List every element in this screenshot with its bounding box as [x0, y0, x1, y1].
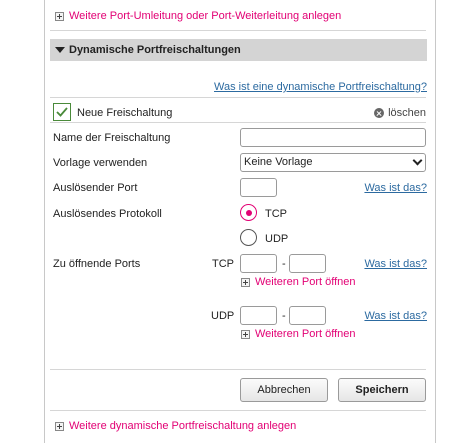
plus-icon	[241, 277, 250, 287]
section-title: Dynamische Portfreischaltungen	[69, 44, 241, 56]
tcp-add-port-link[interactable]: Weiteren Port öffnen	[241, 276, 356, 288]
udp-add-port-label: Weiteren Port öffnen	[255, 328, 356, 340]
add-dynamic-rule-label: Weitere dynamische Portfreischaltung anl…	[69, 420, 297, 432]
plus-icon	[55, 11, 64, 21]
delete-button[interactable]: löschen	[374, 107, 426, 119]
open-ports-label: Zu öffnende Ports	[53, 258, 141, 270]
trigger-port-label: Auslösender Port	[53, 182, 138, 194]
name-input[interactable]	[240, 128, 426, 147]
protocol-radio-udp[interactable]	[240, 229, 257, 246]
section-header-dynamic[interactable]: Dynamische Portfreischaltungen	[50, 39, 427, 61]
new-entry-checkbox[interactable]	[53, 103, 71, 121]
content-panel	[44, 0, 436, 443]
tcp-range-separator: -	[282, 258, 286, 270]
help-link-trigger-port[interactable]: Was ist das?	[364, 182, 427, 194]
divider	[50, 369, 426, 370]
tcp-port-from-input[interactable]	[240, 254, 277, 273]
divider	[50, 30, 426, 31]
help-link-dynamic[interactable]: Was ist eine dynamische Portfreischaltun…	[214, 81, 427, 93]
triangle-down-icon	[55, 47, 65, 54]
check-icon	[56, 107, 68, 117]
divider	[50, 122, 426, 123]
template-label: Vorlage verwenden	[53, 157, 148, 169]
help-link-open-ports-tcp[interactable]: Was ist das?	[364, 258, 427, 270]
add-port-forwarding-label: Weitere Port-Umleitung oder Port-Weiterl…	[69, 10, 342, 22]
udp-add-port-link[interactable]: Weiteren Port öffnen	[241, 328, 356, 340]
protocol-udp-label: UDP	[265, 233, 289, 245]
template-select[interactable]: Keine Vorlage	[240, 153, 426, 172]
close-circle-icon	[374, 108, 385, 119]
udp-ports-label: UDP	[211, 310, 235, 322]
plus-icon	[241, 329, 250, 339]
template-selected: Keine Vorlage	[244, 156, 313, 168]
add-port-forwarding-link[interactable]: Weitere Port-Umleitung oder Port-Weiterl…	[55, 10, 341, 22]
divider	[50, 410, 426, 411]
protocol-radio-tcp[interactable]	[240, 204, 257, 221]
cancel-button[interactable]: Abbrechen	[240, 378, 328, 402]
add-dynamic-rule-link[interactable]: Weitere dynamische Portfreischaltung anl…	[55, 420, 296, 432]
name-label: Name der Freischaltung	[53, 132, 171, 144]
divider	[50, 97, 426, 98]
udp-port-to-input[interactable]	[289, 306, 326, 325]
protocol-tcp-label: TCP	[265, 208, 287, 220]
udp-range-separator: -	[282, 310, 286, 322]
help-link-open-ports-udp[interactable]: Was ist das?	[364, 310, 427, 322]
save-button[interactable]: Speichern	[338, 378, 426, 402]
delete-label: löschen	[388, 107, 426, 119]
chevron-down-icon	[412, 155, 423, 166]
trigger-port-input[interactable]	[240, 178, 277, 197]
tcp-ports-label: TCP	[212, 258, 234, 270]
tcp-port-to-input[interactable]	[289, 254, 326, 273]
plus-icon	[55, 421, 64, 431]
protocol-label: Auslösendes Protokoll	[53, 208, 162, 220]
tcp-add-port-label: Weiteren Port öffnen	[255, 276, 356, 288]
new-entry-label: Neue Freischaltung	[77, 107, 173, 119]
udp-port-from-input[interactable]	[240, 306, 277, 325]
